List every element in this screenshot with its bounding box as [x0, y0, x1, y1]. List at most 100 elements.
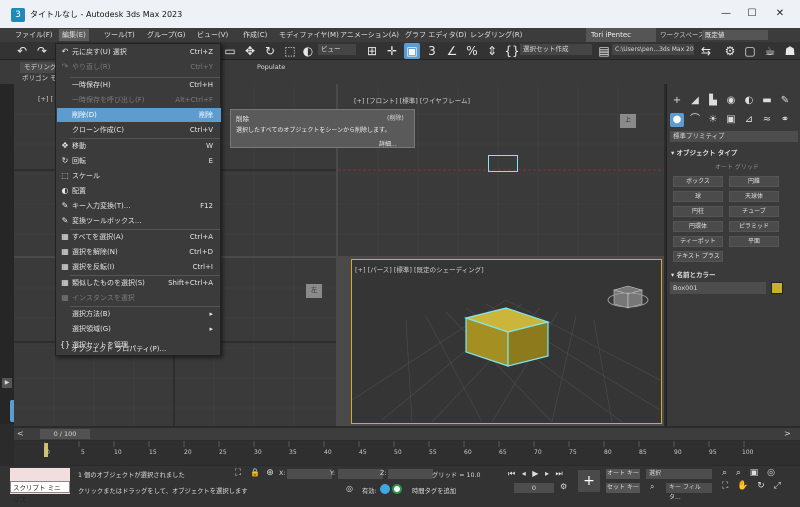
helpers-icon[interactable]: ⊿: [742, 113, 756, 127]
hierarchy-tab-icon[interactable]: ▙: [706, 94, 720, 108]
selection-lock-icon[interactable]: 🔒: [249, 468, 261, 480]
menu-item-scale[interactable]: ⬚ スケール: [57, 169, 221, 183]
menu-item-move[interactable]: ✥ 移動 W: [57, 139, 221, 153]
undo-icon[interactable]: ↶: [14, 43, 30, 59]
maxscript-mini-listener[interactable]: スクリプト ミニ リス: [10, 481, 70, 504]
trackbar[interactable]: [14, 441, 800, 465]
display-tab-icon[interactable]: ◐: [742, 94, 756, 108]
geometry-icon[interactable]: ●: [670, 113, 684, 127]
angle-snap-icon[interactable]: ∠: [444, 43, 460, 59]
time-next-icon[interactable]: >: [784, 429, 791, 438]
front-box-wireframe[interactable]: [488, 155, 518, 172]
maximize-button[interactable]: ☐: [740, 5, 764, 23]
category-dropdown[interactable]: 標準プリミティブ: [670, 131, 798, 142]
current-frame-field[interactable]: 0: [514, 483, 554, 493]
z-coordinate-field[interactable]: [388, 469, 433, 479]
redo-icon[interactable]: ↷: [34, 43, 50, 59]
rendered-frame-icon[interactable]: ▢: [742, 43, 758, 59]
name-color-rollout[interactable]: ▾ 名前とカラー: [671, 269, 716, 279]
teapot-button[interactable]: ティーポット: [673, 236, 723, 247]
snap-toggle-icon[interactable]: 3: [424, 43, 440, 59]
menu-item-object-properties[interactable]: オブジェクト プロパティ(P)...: [56, 342, 220, 356]
pivot-icon[interactable]: ⊞: [364, 43, 380, 59]
menu-item-clone[interactable]: クローン作成(C) Ctrl+V: [57, 123, 221, 137]
key-filter-icon[interactable]: ⌕: [650, 482, 660, 492]
menu-item-select-invert[interactable]: ▦ 選択を反転(I) Ctrl+I: [57, 260, 221, 274]
enabled-indicator[interactable]: [392, 484, 402, 494]
menu-item-redo[interactable]: ↷ やり直し(R) Ctrl+Y: [57, 60, 221, 74]
menu-item-region[interactable]: 選択領域(G) ▸: [57, 322, 221, 336]
play-icon[interactable]: ▶: [2, 378, 12, 388]
textplus-button[interactable]: テキスト プラス: [673, 251, 723, 262]
project-path-dropdown[interactable]: C:\Users\pen...3ds Max 2023: [612, 44, 694, 55]
menu-item-select-instances[interactable]: ▦ インスタンスを選択: [57, 291, 221, 305]
autogrid-checkbox[interactable]: オート グリッド: [715, 162, 759, 171]
set-key-button[interactable]: セット キー: [606, 483, 640, 493]
key-filters-button[interactable]: キー フィルタ...: [666, 483, 712, 501]
menu-graph-editors[interactable]: グラフ エディタ(D): [402, 29, 470, 41]
lights-icon[interactable]: ☀: [706, 113, 720, 127]
menu-item-select-by[interactable]: 選択方法(B) ▸: [57, 307, 221, 321]
named-selection-set-dropdown[interactable]: 選択セット作成: [520, 44, 592, 55]
tube-button[interactable]: チューブ: [729, 206, 779, 217]
menu-item-rotate[interactable]: ↻ 回転 E: [57, 154, 221, 168]
reference-coordinate-dropdown[interactable]: ビュー: [318, 44, 356, 55]
modify-tab-icon[interactable]: ◢: [688, 94, 702, 108]
menu-item-undo[interactable]: ↶ 元に戻す(U) 選択 Ctrl+Z: [57, 45, 221, 59]
menu-item-hold[interactable]: 一時保存(H) Ctrl+H: [57, 78, 221, 92]
create-tab-icon[interactable]: +: [670, 94, 684, 108]
auto-key-button[interactable]: オート キー: [606, 469, 640, 479]
tooltip-more-link[interactable]: 詳細...: [379, 139, 397, 148]
minimize-button[interactable]: —: [714, 5, 738, 23]
object-name-field[interactable]: Box001: [670, 282, 766, 294]
menu-animation[interactable]: アニメーション(A): [337, 29, 402, 41]
object-color-swatch[interactable]: [771, 282, 783, 294]
wrench-icon[interactable]: ✎: [778, 94, 792, 108]
pyramid-button[interactable]: ピラミッド: [729, 221, 779, 232]
plane-button[interactable]: 平面: [729, 236, 779, 247]
project-folder-icon[interactable]: ▤: [596, 43, 612, 59]
time-slider[interactable]: 0 / 100: [40, 429, 90, 439]
render-icon[interactable]: ☕: [762, 43, 778, 59]
geosphere-button[interactable]: 天球体: [729, 191, 779, 202]
ribbon-tab-populate[interactable]: Populate: [253, 62, 289, 73]
cylinder-button[interactable]: 円柱: [673, 206, 723, 217]
x-coordinate-field[interactable]: [287, 469, 332, 479]
spinner-snap-icon[interactable]: ⇕: [484, 43, 500, 59]
front-viewcube[interactable]: 上: [620, 114, 636, 128]
torus-button[interactable]: 円環体: [673, 221, 723, 232]
cone-button[interactable]: 円錐: [729, 176, 779, 187]
time-prev-icon[interactable]: <: [17, 429, 24, 438]
keyboard-shortcut-override-icon[interactable]: ▣: [404, 43, 420, 59]
menu-item-select-all[interactable]: ▦ すべてを選択(A) Ctrl+A: [57, 230, 221, 244]
key-mode-dropdown[interactable]: 選択: [646, 469, 712, 479]
menu-tools[interactable]: ツール(T): [101, 29, 138, 41]
utilities-tab-icon[interactable]: ▬: [760, 94, 774, 108]
front-viewport-label[interactable]: [+] [フロント] [標準] [ワイヤフレーム]: [354, 95, 470, 105]
time-config-icon[interactable]: ⚙: [560, 482, 570, 492]
menu-group[interactable]: グループ(G): [144, 29, 188, 41]
menu-item-select-similar[interactable]: ▦ 類似したものを選択(S) Shift+Ctrl+A: [57, 276, 221, 290]
placement-icon[interactable]: ◐: [300, 43, 316, 59]
perspective-viewport-label[interactable]: [+] [パース] [標準] [既定のシェーディング]: [355, 264, 484, 274]
motion-tab-icon[interactable]: ◉: [724, 94, 738, 108]
object-type-rollout[interactable]: ▾ オブジェクト タイプ: [671, 147, 737, 157]
rotate-icon[interactable]: ↻: [262, 43, 278, 59]
menu-item-select-none[interactable]: ▦ 選択を解除(N) Ctrl+D: [57, 245, 221, 259]
menu-item-transform-typein[interactable]: ✎ キー入力変換(T)... F12: [57, 199, 221, 213]
y-coordinate-field[interactable]: [338, 469, 383, 479]
adaptive-degradation-icon[interactable]: ◎: [346, 484, 356, 494]
menu-item-delete[interactable]: 削除(D) 削除: [57, 108, 221, 122]
cameras-icon[interactable]: ▣: [724, 113, 738, 127]
render-production-icon[interactable]: ☗: [782, 43, 798, 59]
render-setup-icon[interactable]: ⚙: [722, 43, 738, 59]
edit-named-selection-icon[interactable]: {}: [504, 43, 520, 59]
menu-modifiers[interactable]: モディファイヤ(M): [276, 29, 342, 41]
viewport-navigation-icons[interactable]: ⌕ ⌕ ▣ ◎ ⛶ ✋ ↻ ⤢: [722, 467, 798, 495]
sphere-button[interactable]: 球: [673, 191, 723, 202]
menu-item-placement[interactable]: ◐ 配置: [57, 184, 221, 198]
shapes-icon[interactable]: ⌒: [688, 113, 702, 127]
box-button[interactable]: ボックス: [673, 176, 723, 187]
enabled-toggle[interactable]: [380, 484, 390, 494]
menu-item-transform-toolbox[interactable]: ✎ 変換ツールボックス...: [57, 214, 221, 228]
